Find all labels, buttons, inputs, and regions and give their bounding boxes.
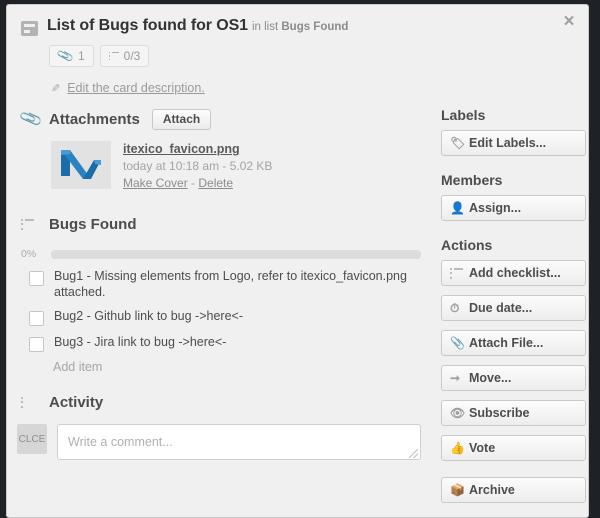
assign-member-button[interactable]: 👤 Assign... — [441, 195, 586, 221]
clock-icon: ⏱ — [450, 300, 460, 315]
action-group-divider — [435, 470, 588, 477]
checklist-item-checkbox[interactable] — [29, 271, 44, 286]
add-checklist-button[interactable]: Add checklist... — [441, 260, 586, 286]
attachment-date-size: today at 10:18 am - 5.02 KB — [123, 159, 273, 173]
page-title: List of Bugs found for OS1 — [47, 17, 248, 34]
attachment-meta: itexico_favicon.png today at 10:18 am - … — [123, 141, 272, 190]
attach-file-button[interactable]: 📎 Attach File... — [441, 330, 586, 356]
checklist-item-text: Bug2 - Github link to bug ->here<- — [54, 309, 244, 323]
checklist-progress: 0% — [21, 248, 435, 260]
person-icon: 👤 — [450, 201, 465, 215]
paperclip-icon: 📎 — [18, 107, 44, 132]
assign-label: Assign... — [469, 201, 522, 215]
due-date-button[interactable]: ⏱ Due date... — [441, 295, 586, 321]
attachment-thumbnail[interactable] — [51, 141, 111, 189]
attachment-name-link[interactable]: itexico_favicon.png — [123, 142, 272, 156]
label-tag-icon: 🏷 — [450, 136, 466, 150]
checklist-item[interactable]: Bug1 - Missing elements from Logo, refer… — [29, 266, 421, 302]
checklist-icon — [450, 267, 465, 279]
archive-button[interactable]: 📦 Archive — [441, 477, 586, 503]
checklist-section: Bugs Found — [7, 212, 435, 236]
avatar[interactable]: CLCE — [17, 424, 47, 454]
card-description-row[interactable]: ✎ Edit the card description. — [7, 67, 588, 95]
attachments-title: Attachments — [49, 110, 140, 128]
paperclip-icon: 📎 — [450, 336, 465, 350]
labels-heading: Labels — [441, 107, 486, 123]
card-window-icon — [21, 21, 38, 36]
checklist-item-checkbox[interactable] — [29, 337, 44, 352]
attachments-header: 📎 Attachments Attach — [18, 107, 435, 132]
checklist-progress-bar — [51, 249, 421, 259]
edit-labels-label: Edit Labels... — [469, 136, 547, 150]
checklist-item-text: Bug3 - Jira link to bug ->here<- — [54, 335, 227, 349]
comment-box[interactable] — [57, 424, 421, 460]
badge-checklist-count[interactable]: 0/3 — [99, 45, 150, 67]
itexico-logo-icon — [61, 150, 101, 179]
comment-input[interactable] — [58, 425, 420, 459]
activity-section: Activity — [7, 390, 435, 414]
arrow-right-icon: ➞ — [450, 371, 461, 385]
in-list-prefix: in list — [251, 21, 279, 33]
subscribe-button[interactable]: 👁 Subscribe — [441, 400, 586, 426]
attach-button[interactable]: Attach — [151, 108, 212, 130]
attachments-section: 📎 Attachments Attach — [7, 107, 435, 131]
card-header: List of Bugs found for OS1 in list Bugs F… — [7, 5, 588, 36]
checklist-item-checkbox[interactable] — [29, 311, 44, 326]
activity-list-icon — [21, 396, 43, 408]
checklist-icon — [21, 218, 43, 230]
resize-handle[interactable] — [409, 449, 418, 458]
action-buttons: Add checklist... ⏱ Due date... 📎 Attach File… — [435, 260, 588, 503]
card-sidebar: Labels 🏷 Edit Labels... Members 👤 Assign… — [435, 107, 588, 517]
action-separator: - — [191, 176, 196, 190]
actions-heading: Actions — [441, 237, 493, 253]
card-badges: 📎 1 0/3 — [7, 36, 588, 67]
edit-labels-button[interactable]: 🏷 Edit Labels... — [441, 130, 586, 156]
comment-row: CLCE — [17, 424, 435, 460]
add-checklist-item-link[interactable]: Add item — [53, 360, 435, 374]
checklist-item[interactable]: Bug2 - Github link to bug ->here<- — [29, 306, 421, 328]
close-icon[interactable]: × — [558, 11, 580, 33]
paperclip-icon: 📎 — [56, 46, 75, 66]
badge-attachment-value: 1 — [77, 49, 85, 63]
checklist-items: Bug1 - Missing elements from Logo, refer… — [7, 266, 435, 354]
checklist-percent-label: 0% — [21, 248, 37, 260]
checklist-item-text: Bug1 - Missing elements from Logo, refer… — [54, 269, 407, 299]
action-label: Due date... — [469, 301, 533, 315]
checklist-title: Bugs Found — [49, 215, 137, 233]
edit-description-link[interactable]: Edit the card description. — [67, 81, 205, 95]
make-cover-link[interactable]: Make Cover — [123, 176, 188, 190]
move-button[interactable]: ➞ Move... — [441, 365, 586, 391]
card-list-context: in list Bugs Found — [252, 21, 348, 33]
action-label: Subscribe — [469, 406, 530, 420]
archive-box-icon: 📦 — [450, 483, 465, 497]
attachment-actions: Make Cover - Delete — [123, 176, 272, 190]
action-label: Attach File... — [469, 336, 544, 350]
delete-attachment-link[interactable]: Delete — [198, 176, 233, 190]
checklist-icon — [108, 51, 119, 61]
badge-attachment-count[interactable]: 📎 1 — [49, 45, 94, 67]
activity-title: Activity — [49, 393, 104, 411]
activity-header: Activity — [21, 390, 435, 414]
action-label: Move... — [469, 371, 512, 385]
vote-button[interactable]: 👍 Vote — [441, 435, 586, 461]
members-heading: Members — [441, 172, 503, 188]
card-main-column: 📎 Attachments Attach itexico_favicon.png… — [7, 107, 435, 517]
action-label: Add checklist... — [469, 266, 561, 280]
checklist-item[interactable]: Bug3 - Jira link to bug ->here<- — [29, 332, 421, 354]
action-label: Vote — [469, 441, 496, 455]
list-name[interactable]: Bugs Found — [281, 21, 348, 33]
thumbs-up-icon: 👍 — [450, 441, 465, 455]
pencil-icon: ✎ — [51, 82, 61, 95]
eye-icon: 👁 — [450, 406, 466, 420]
checklist-header: Bugs Found — [21, 212, 435, 236]
action-label: Archive — [469, 483, 515, 497]
card-detail-modal: × List of Bugs found for OS1 in list Bugs… — [6, 4, 589, 518]
attachment-item: itexico_favicon.png today at 10:18 am - … — [51, 141, 435, 190]
badge-checklist-value: 0/3 — [123, 49, 141, 63]
